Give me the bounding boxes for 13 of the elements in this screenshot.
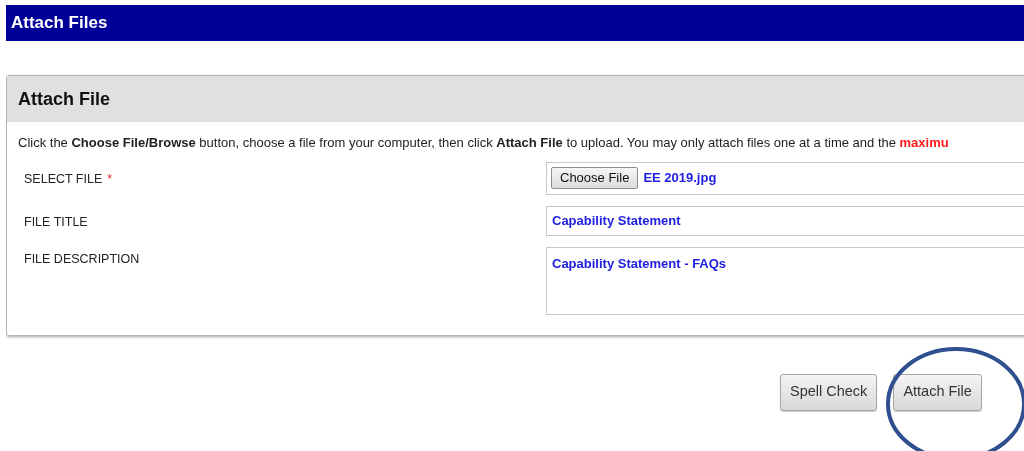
instructions-text: Click the Choose File/Browse button, choose a file from your computer, then click Attach File to upload. You may only attach files one at a time and the maximu xyxy=(18,134,950,152)
title-field[interactable]: Capability Statement xyxy=(546,205,1024,236)
field-label: SELECT FILE xyxy=(24,171,103,186)
description-field[interactable]: Capability Statement - FAQs xyxy=(546,246,1024,315)
panel-title: Attach File xyxy=(18,87,110,111)
field-label: FILE DESCRIPTION xyxy=(24,251,140,266)
action-button[interactable]: Spell Check xyxy=(780,373,878,411)
choose-file-button[interactable]: Choose File xyxy=(551,167,639,189)
file-input[interactable]: Choose File EE 2019.jpg xyxy=(546,161,1024,195)
action-button[interactable]: Attach File xyxy=(893,373,982,411)
field-label: FILE TITLE xyxy=(24,214,88,229)
page-title: Attach Files xyxy=(11,12,108,35)
required-mark: * xyxy=(107,171,113,186)
